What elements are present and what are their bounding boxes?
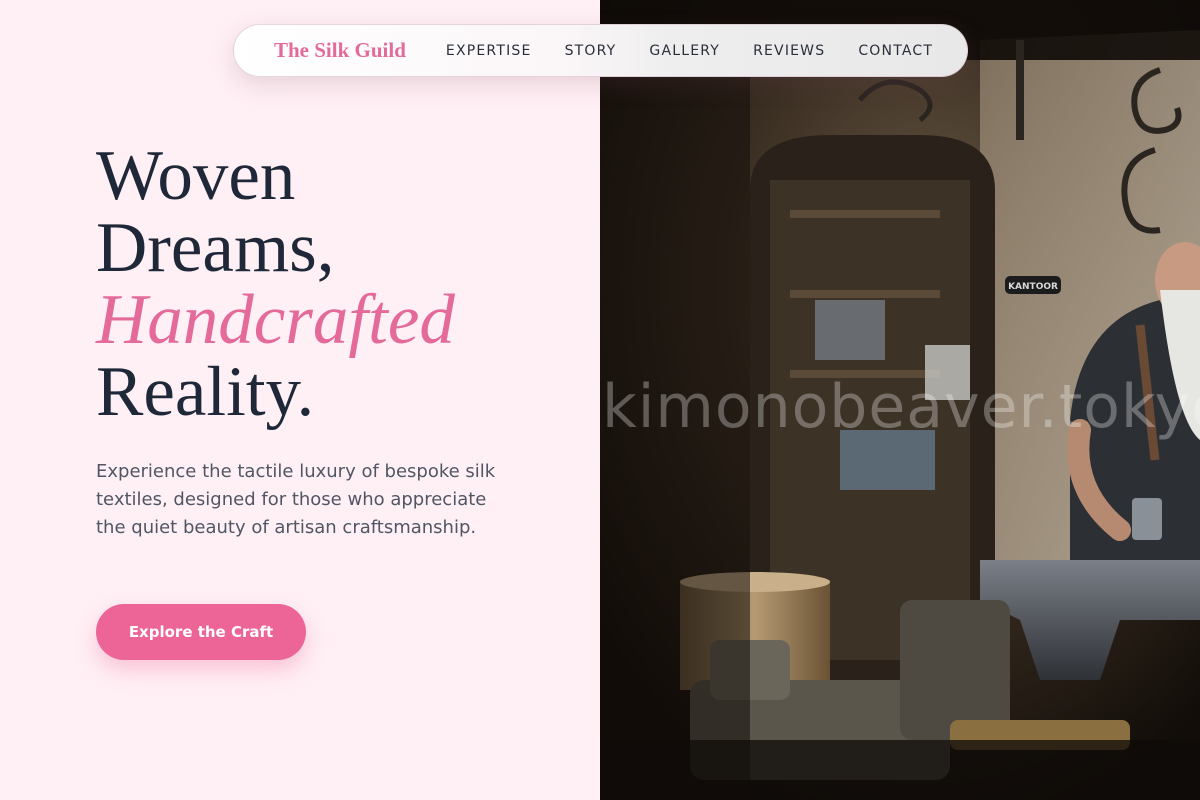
hero-title-line-2: Dreams, [96,209,335,287]
nav-reviews[interactable]: REVIEWS [753,43,825,59]
top-navbar: The Silk Guild EXPERTISE STORY GALLERY R… [233,24,968,77]
hero-photo: KANTOOR kimonobeaver.tokyo [600,0,1200,800]
brand-logo[interactable]: The Silk Guild [274,38,406,63]
hero-description: Experience the tactile luxury of bespoke… [96,461,496,538]
hero-title-accent: Handcrafted [96,281,455,359]
hero-title-line-4: Reality. [96,353,315,431]
nav-story[interactable]: STORY [565,43,617,59]
nav-gallery[interactable]: GALLERY [649,43,720,59]
hero-title: Woven Dreams, Handcrafted Reality. [96,140,576,428]
workshop-sign: KANTOOR [1008,282,1058,292]
nav-contact[interactable]: CONTACT [858,43,933,59]
hero-title-line-1: Woven [96,137,296,215]
explore-craft-button[interactable]: Explore the Craft [96,604,306,660]
photo-watermark: kimonobeaver.tokyo [602,372,1200,442]
nav-links: EXPERTISE STORY GALLERY REVIEWS CONTACT [446,43,933,59]
nav-expertise[interactable]: EXPERTISE [446,43,532,59]
hero-section: Woven Dreams, Handcrafted Reality. Exper… [96,140,576,542]
